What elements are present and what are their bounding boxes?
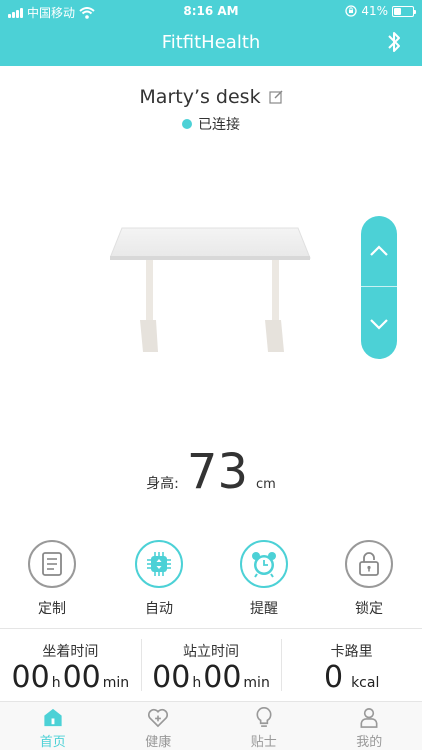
device-name: Marty’s desk — [139, 86, 261, 108]
heart-plus-icon — [148, 708, 169, 728]
reminder-circle — [240, 540, 288, 588]
height-label: 身高: — [146, 476, 179, 492]
connection-status: 已连接 — [0, 114, 422, 134]
bluetooth-icon[interactable] — [384, 30, 404, 54]
lock-button[interactable]: 锁定 — [334, 540, 404, 618]
auto-label: 自动 — [145, 601, 173, 617]
app-title: FitfitHealth — [161, 32, 261, 53]
standing-minutes: 00 — [203, 660, 242, 695]
connection-label: 已连接 — [198, 117, 240, 133]
standing-minutes-unit: min — [243, 675, 270, 691]
calories-unit: kcal — [351, 675, 380, 691]
standing-hours-unit: h — [192, 675, 202, 691]
stats-panel: 坐着时间 00 h 00 min 站立时间 00 h 00 min 卡路里 0 … — [0, 628, 422, 702]
custom-circle — [28, 540, 76, 588]
app-screen: 中国移动 8:16 AM 41% FitfitHealth Marty’s de… — [0, 0, 422, 750]
home-icon — [44, 708, 62, 727]
standing-time-stat: 站立时间 00 h 00 min — [140, 629, 282, 701]
desk-illustration — [110, 227, 311, 352]
reminder-label: 提醒 — [250, 601, 278, 617]
person-icon — [360, 708, 378, 728]
calories-value: 0 — [323, 660, 344, 695]
standing-time-title: 站立时间 — [183, 644, 239, 660]
calories-stat: 卡路里 0 kcal — [281, 629, 422, 701]
lock-label: 锁定 — [355, 601, 383, 617]
tab-tips[interactable]: 贴士 — [211, 702, 317, 750]
sitting-hours-unit: h — [51, 675, 61, 691]
status-right: 41% — [345, 4, 416, 18]
tab-health[interactable]: 健康 — [106, 702, 212, 750]
custom-label: 定制 — [38, 601, 66, 617]
connected-dot-icon — [182, 119, 192, 129]
top-bar: 中国移动 8:16 AM 41% FitfitHealth — [0, 0, 422, 66]
lock-icon — [359, 552, 379, 576]
standing-time-value: 00 h 00 min — [152, 663, 270, 693]
calories-value-row: 0 kcal — [324, 663, 379, 693]
action-buttons: 定制 自动 提醒 锁定 — [0, 540, 422, 620]
tab-health-label: 健康 — [145, 735, 172, 750]
chevron-up-icon — [370, 245, 388, 256]
tab-me[interactable]: 我的 — [317, 702, 422, 750]
edit-icon[interactable] — [268, 90, 283, 104]
alarm-clock-icon — [252, 552, 276, 578]
tab-home-label: 首页 — [39, 735, 66, 750]
battery-icon — [392, 5, 416, 17]
battery-percent: 41% — [361, 4, 388, 18]
orientation-lock-icon — [345, 5, 357, 17]
tab-home[interactable]: 首页 — [0, 702, 106, 750]
raise-button[interactable] — [361, 216, 397, 287]
document-icon — [42, 552, 62, 576]
chip-icon — [147, 552, 171, 576]
height-value: 73 — [186, 444, 248, 500]
height-control — [361, 216, 397, 359]
status-bar: 中国移动 8:16 AM 41% — [0, 0, 422, 22]
chevron-down-icon — [370, 318, 388, 330]
height-readout: 身高: 73 cm — [0, 448, 422, 496]
device-name-row: Marty’s desk — [0, 86, 422, 108]
tab-me-label: 我的 — [356, 735, 383, 750]
sitting-minutes: 00 — [62, 660, 101, 695]
sitting-time-stat: 坐着时间 00 h 00 min — [0, 629, 141, 701]
lock-circle — [345, 540, 393, 588]
custom-button[interactable]: 定制 — [17, 540, 87, 618]
sitting-time-title: 坐着时间 — [42, 644, 99, 660]
sitting-hours: 00 — [11, 660, 50, 695]
height-unit: cm — [255, 477, 276, 492]
reminder-button[interactable]: 提醒 — [229, 540, 299, 618]
tab-bar: 首页 健康 贴士 我的 — [0, 702, 422, 750]
auto-circle — [135, 540, 183, 588]
lower-button[interactable] — [361, 288, 397, 359]
auto-button[interactable]: 自动 — [124, 540, 194, 618]
sitting-time-value: 00 h 00 min — [12, 663, 130, 693]
lightbulb-icon — [256, 707, 272, 727]
standing-hours: 00 — [152, 660, 191, 695]
sitting-minutes-unit: min — [102, 675, 130, 691]
calories-title: 卡路里 — [330, 644, 373, 660]
tab-tips-label: 贴士 — [250, 735, 277, 750]
